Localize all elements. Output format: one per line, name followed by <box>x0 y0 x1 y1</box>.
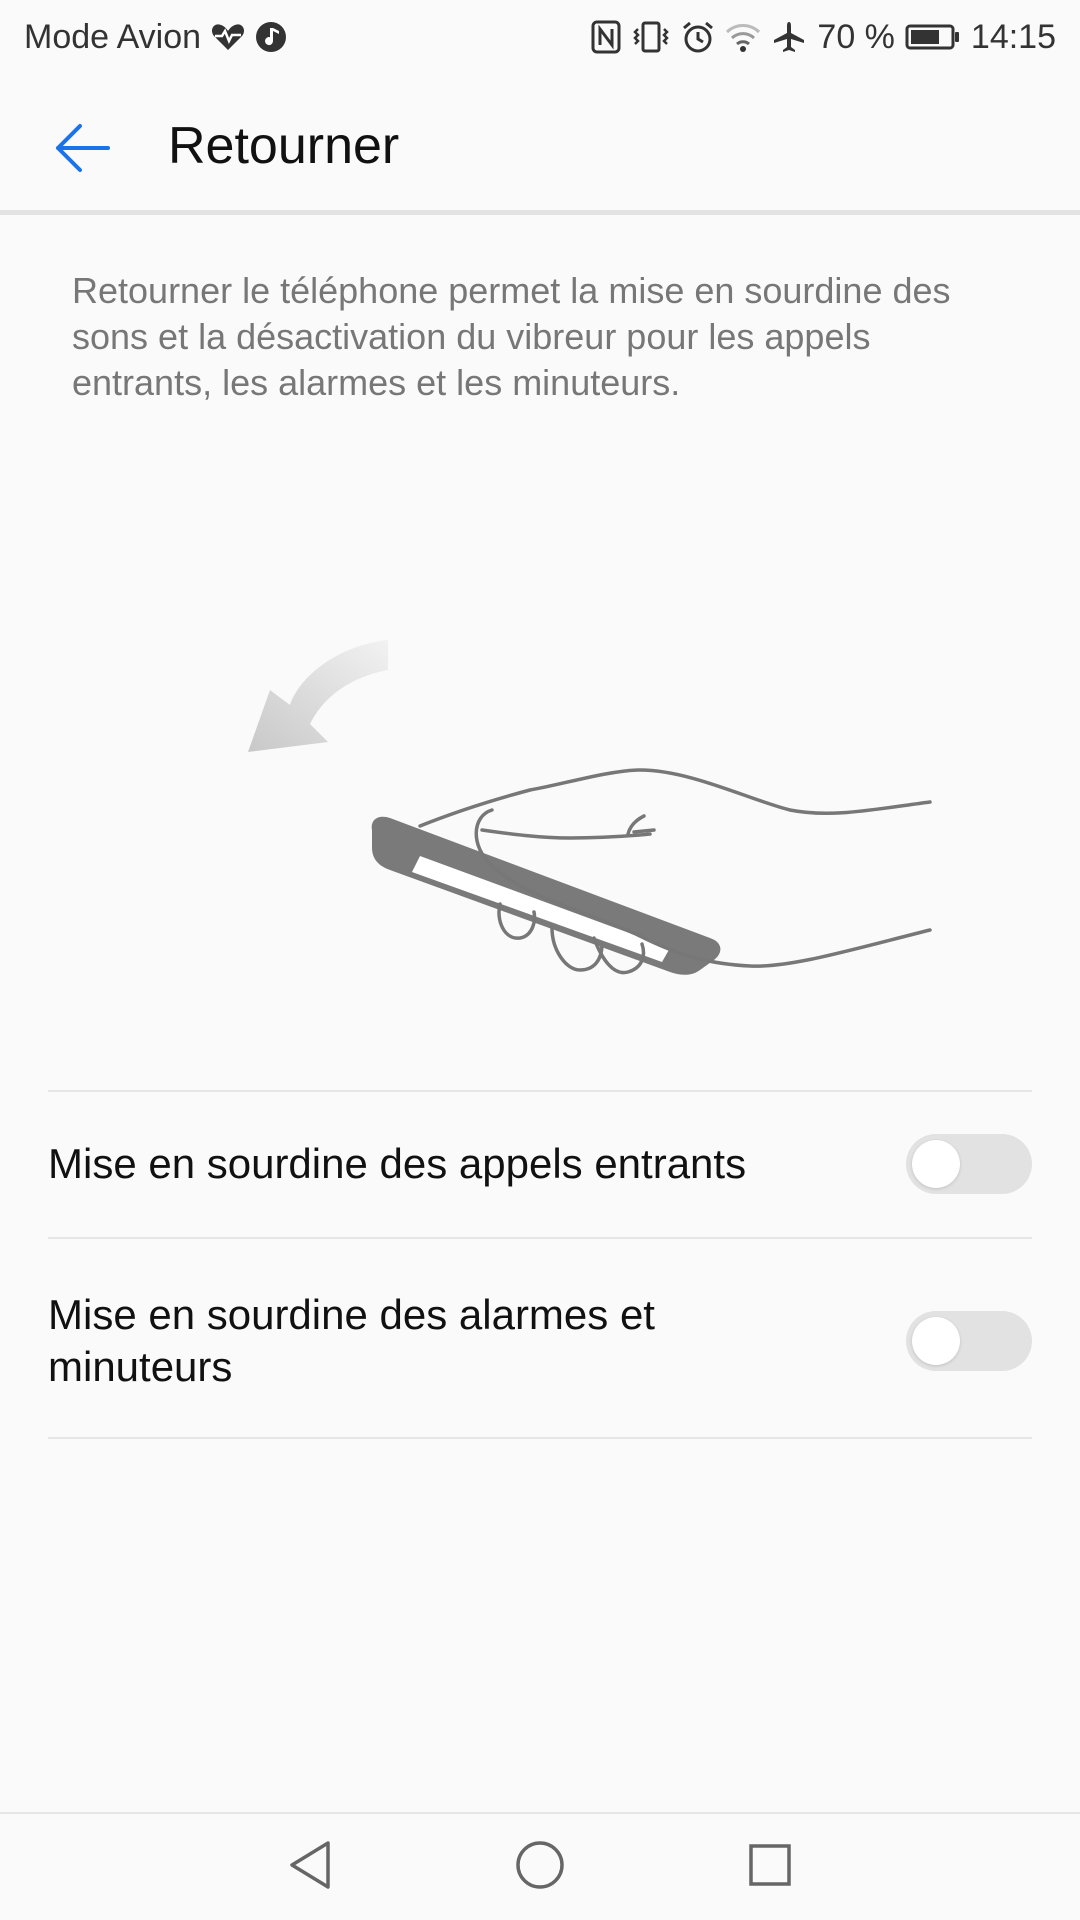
recents-square-icon <box>746 1841 794 1894</box>
toggle-knob <box>912 1140 960 1188</box>
nfc-icon <box>591 20 621 54</box>
wifi-icon <box>725 22 761 52</box>
status-right: 70 % 14:15 <box>591 18 1056 57</box>
page-title: Retourner <box>168 117 400 175</box>
settings-bottom-divider <box>48 1437 1032 1439</box>
status-left: Mode Avion <box>24 18 287 57</box>
description-text: Retourner le téléphone permet la mise en… <box>72 270 951 403</box>
nav-back-button[interactable] <box>280 1837 340 1897</box>
back-arrow-icon <box>52 118 112 183</box>
settings-middle-divider <box>48 1237 1032 1239</box>
heart-rate-icon <box>211 22 245 52</box>
vibrate-icon <box>631 21 671 53</box>
nav-recents-button[interactable] <box>740 1837 800 1897</box>
phone-icon <box>371 816 721 975</box>
nav-home-button[interactable] <box>510 1837 570 1897</box>
status-mode-text: Mode Avion <box>24 17 202 56</box>
navigation-bar <box>0 1812 1080 1920</box>
battery-percent: 70 % <box>817 17 895 56</box>
airplane-icon <box>771 20 807 54</box>
setting-row-mute-calls[interactable]: Mise en sourdine des appels entrants <box>48 1132 1032 1196</box>
alarm-icon <box>681 20 715 54</box>
setting-label-mute-alarms: Mise en sourdine des alarmes et minuteur… <box>48 1291 655 1390</box>
battery-icon <box>905 23 961 51</box>
flip-gesture-illustration <box>230 620 950 1020</box>
music-icon <box>255 21 287 53</box>
setting-row-mute-alarms[interactable]: Mise en sourdine des alarmes et minuteur… <box>48 1286 1032 1396</box>
mute-calls-toggle[interactable] <box>906 1134 1032 1194</box>
home-circle-icon <box>514 1839 566 1896</box>
status-bar: Mode Avion 70 % 14:15 <box>0 0 1080 74</box>
header-divider <box>0 210 1080 215</box>
back-triangle-icon <box>286 1839 334 1896</box>
curved-arrow-icon <box>248 640 388 752</box>
settings-top-divider <box>48 1090 1032 1092</box>
back-button[interactable] <box>46 114 118 186</box>
status-time: 14:15 <box>970 17 1056 56</box>
toggle-knob <box>912 1317 960 1365</box>
setting-label-mute-calls: Mise en sourdine des appels entrants <box>48 1140 747 1187</box>
mute-alarms-toggle[interactable] <box>906 1311 1032 1371</box>
app-bar: Retourner <box>0 74 1080 212</box>
